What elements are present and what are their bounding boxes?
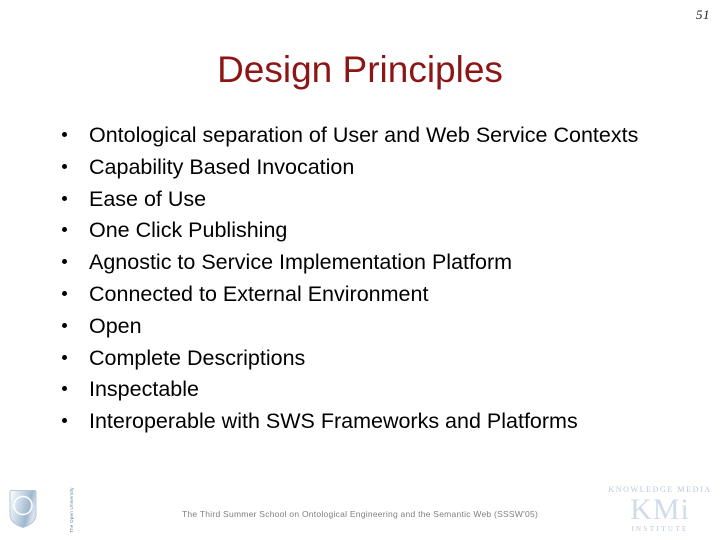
open-university-label-wrap: The Open University — [45, 487, 85, 539]
page-number: 51 — [696, 7, 710, 22]
bullet-dot-icon — [62, 259, 67, 265]
list-item: Capability Based Invocation — [56, 152, 676, 184]
open-university-label: The Open University — [69, 487, 74, 533]
list-item: One Click Publishing — [56, 215, 676, 247]
list-item-label: Ease of Use — [89, 186, 207, 211]
kmi-wordmark: KMi — [630, 493, 690, 526]
list-item: Open — [56, 311, 676, 343]
list-item-label: One Click Publishing — [89, 218, 288, 243]
list-item-label: Open — [89, 313, 142, 338]
list-item: Ontological separation of User and Web S… — [56, 120, 676, 152]
bullet-dot-icon — [62, 195, 67, 201]
list-item-label: Connected to External Environment — [89, 281, 429, 306]
list-item: Inspectable — [56, 374, 676, 406]
bullet-dot-icon — [62, 227, 67, 233]
list-item-label: Complete Descriptions — [89, 345, 306, 370]
list-item-label: Inspectable — [89, 377, 199, 402]
bullet-dot-icon — [62, 132, 67, 137]
list-item: Interoperable with SWS Frameworks and Pl… — [56, 406, 676, 438]
list-item-label: Capability Based Invocation — [89, 154, 355, 179]
kmi-bottom-line: INSTITUTE — [631, 525, 689, 533]
list-item: Connected to External Environment — [56, 279, 676, 311]
bullet-dot-icon — [62, 354, 67, 360]
shield-with-circle-icon — [9, 490, 37, 528]
slide-canvas: 51 Design Principles Ontological separat… — [0, 0, 720, 540]
kmi-logo: KNOWLEDGE MEDIA KMi INSTITUTE — [608, 485, 712, 535]
page-title: Design Principles — [217, 49, 503, 90]
list-item-label: Ontological separation of User and Web S… — [89, 123, 639, 147]
bullet-dot-icon — [62, 418, 67, 424]
bullet-dot-icon — [62, 290, 67, 296]
list-item: Complete Descriptions — [56, 343, 676, 375]
list-item: Ease of Use — [56, 184, 676, 216]
bullet-dot-icon — [62, 322, 67, 328]
bullet-dot-icon — [62, 163, 67, 169]
bullet-dot-icon — [62, 386, 67, 392]
list-item-label: Agnostic to Service Implementation Platf… — [89, 250, 513, 275]
list-item-label: Interoperable with SWS Frameworks and Pl… — [89, 409, 578, 434]
bullet-list: Ontological separation of User and Web S… — [56, 120, 676, 438]
open-university-logo: The Open University — [7, 487, 74, 535]
list-item: Agnostic to Service Implementation Platf… — [56, 247, 676, 279]
